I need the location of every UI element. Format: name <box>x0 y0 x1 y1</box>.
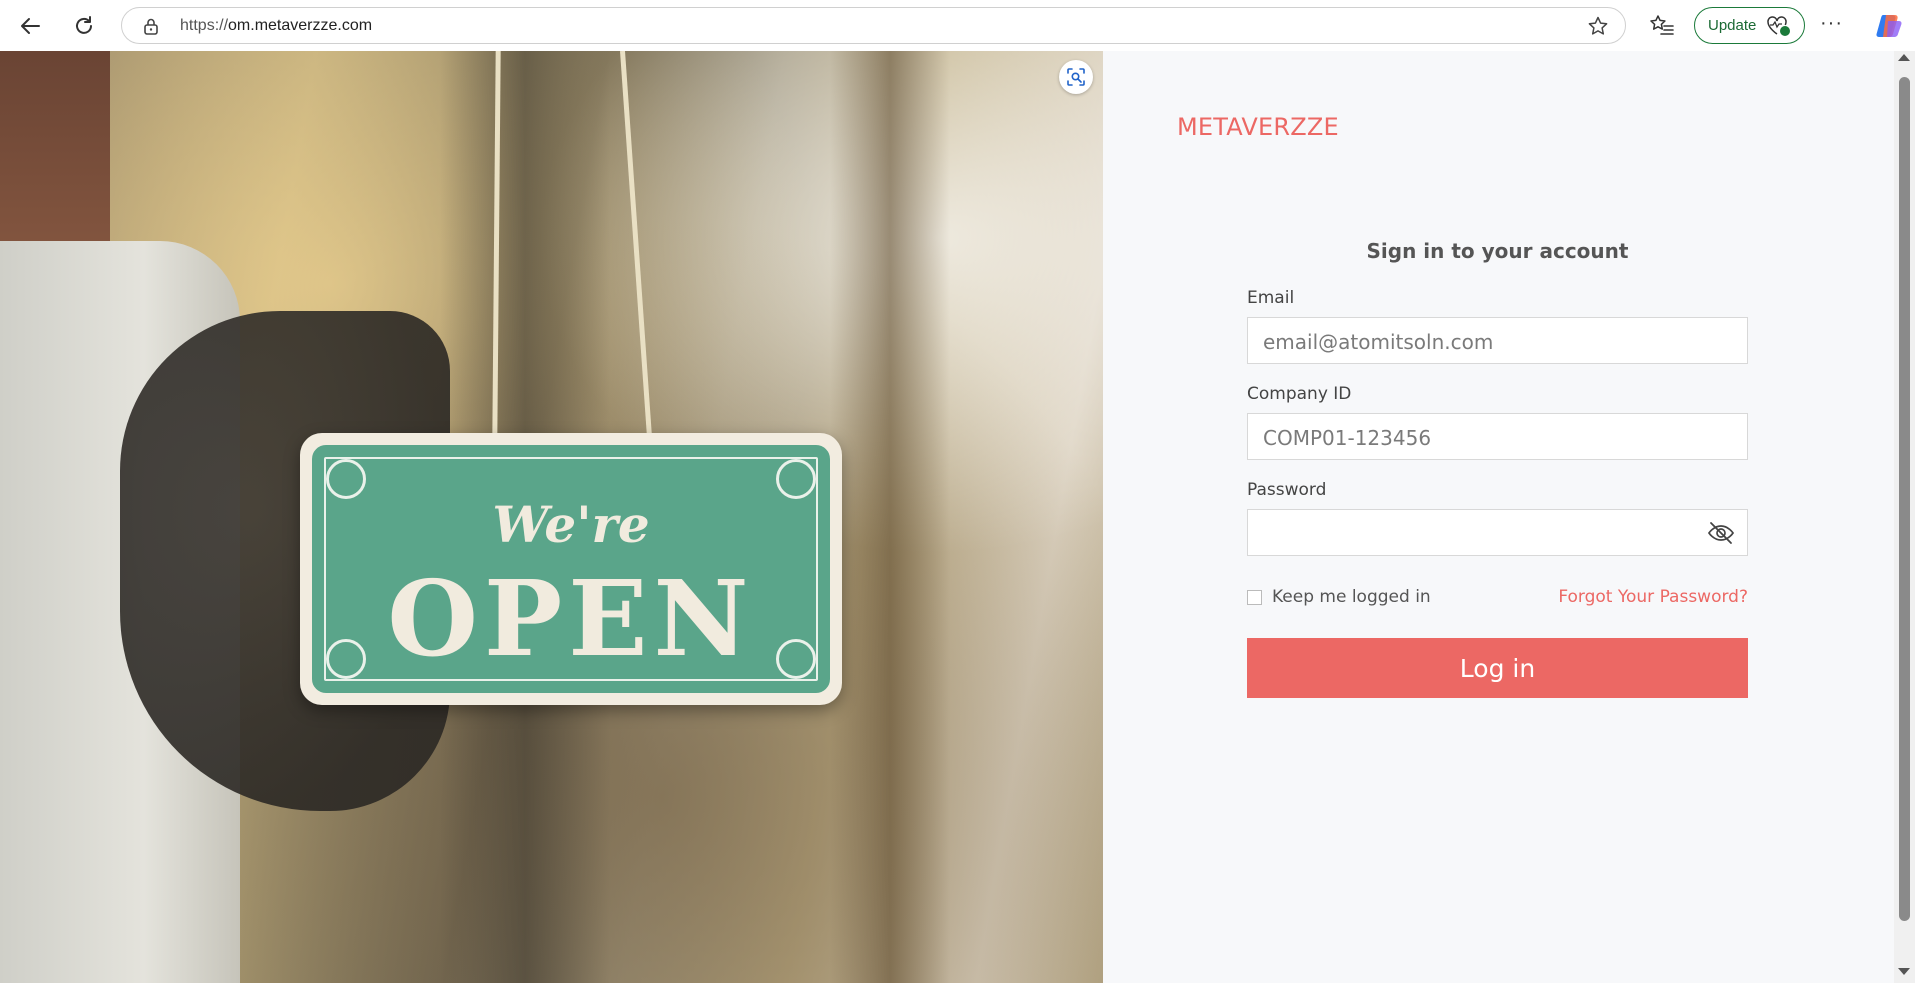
login-page: We're OPEN METAVERZZE Sign in to your ac… <box>0 51 1915 987</box>
company-id-label: Company ID <box>1247 384 1352 404</box>
visual-search-button[interactable] <box>1059 60 1093 94</box>
page-scrollbar[interactable] <box>1894 51 1915 983</box>
login-form: Sign in to your account Email Company ID… <box>1247 239 1748 698</box>
login-options: Keep me logged in Forgot Your Password? <box>1247 587 1748 611</box>
company-id-field-wrapper <box>1247 413 1748 461</box>
url-scheme: https:// <box>180 17 229 34</box>
password-field[interactable] <box>1248 510 1705 557</box>
address-bar[interactable]: https://om.metaverzze.com <box>121 7 1626 44</box>
visual-search-icon <box>1067 68 1085 86</box>
back-button[interactable] <box>14 10 46 42</box>
sign-line1: We're <box>492 495 650 554</box>
keep-logged-in-checkbox[interactable] <box>1247 589 1262 605</box>
form-title: Sign in to your account <box>1366 239 1629 263</box>
lock-icon[interactable] <box>142 17 160 35</box>
scroll-down-arrow[interactable] <box>1898 968 1910 975</box>
email-field-wrapper <box>1247 317 1748 365</box>
scroll-thumb[interactable] <box>1899 77 1910 921</box>
login-button[interactable]: Log in <box>1247 638 1748 698</box>
reload-icon <box>76 16 92 34</box>
login-panel: METAVERZZE Sign in to your account Email… <box>1103 51 1894 983</box>
forgot-password-link[interactable]: Forgot Your Password? <box>1558 587 1748 607</box>
open-sign: We're OPEN <box>300 433 842 705</box>
keep-logged-in[interactable]: Keep me logged in <box>1247 587 1431 607</box>
email-label: Email <box>1247 288 1295 308</box>
update-label: Update <box>1708 17 1757 34</box>
url-host: om.metaverzze.com <box>228 17 373 34</box>
hero-image: We're OPEN <box>0 51 1103 983</box>
email-field[interactable] <box>1248 318 1705 365</box>
scroll-up-arrow[interactable] <box>1898 54 1910 61</box>
company-id-field[interactable] <box>1248 414 1705 461</box>
back-icon <box>21 18 40 34</box>
url-text[interactable]: https://om.metaverzze.com <box>180 17 372 35</box>
favorites-icon[interactable] <box>1649 13 1675 39</box>
password-field-wrapper <box>1247 509 1748 557</box>
copilot-icon[interactable] <box>1875 12 1903 40</box>
brand-logo[interactable]: METAVERZZE <box>1177 113 1339 141</box>
reload-button[interactable] <box>68 10 100 42</box>
password-label: Password <box>1247 480 1327 500</box>
browser-toolbar: https://om.metaverzze.com Update ··· <box>0 0 1915 51</box>
keep-logged-in-label: Keep me logged in <box>1272 587 1431 607</box>
update-button[interactable]: Update <box>1694 7 1805 44</box>
more-icon[interactable]: ··· <box>1820 12 1852 40</box>
heart-pulse-icon <box>1766 15 1792 37</box>
eye-off-icon[interactable] <box>1707 521 1735 545</box>
sign-line2: OPEN <box>387 557 755 680</box>
star-icon[interactable] <box>1587 15 1609 37</box>
